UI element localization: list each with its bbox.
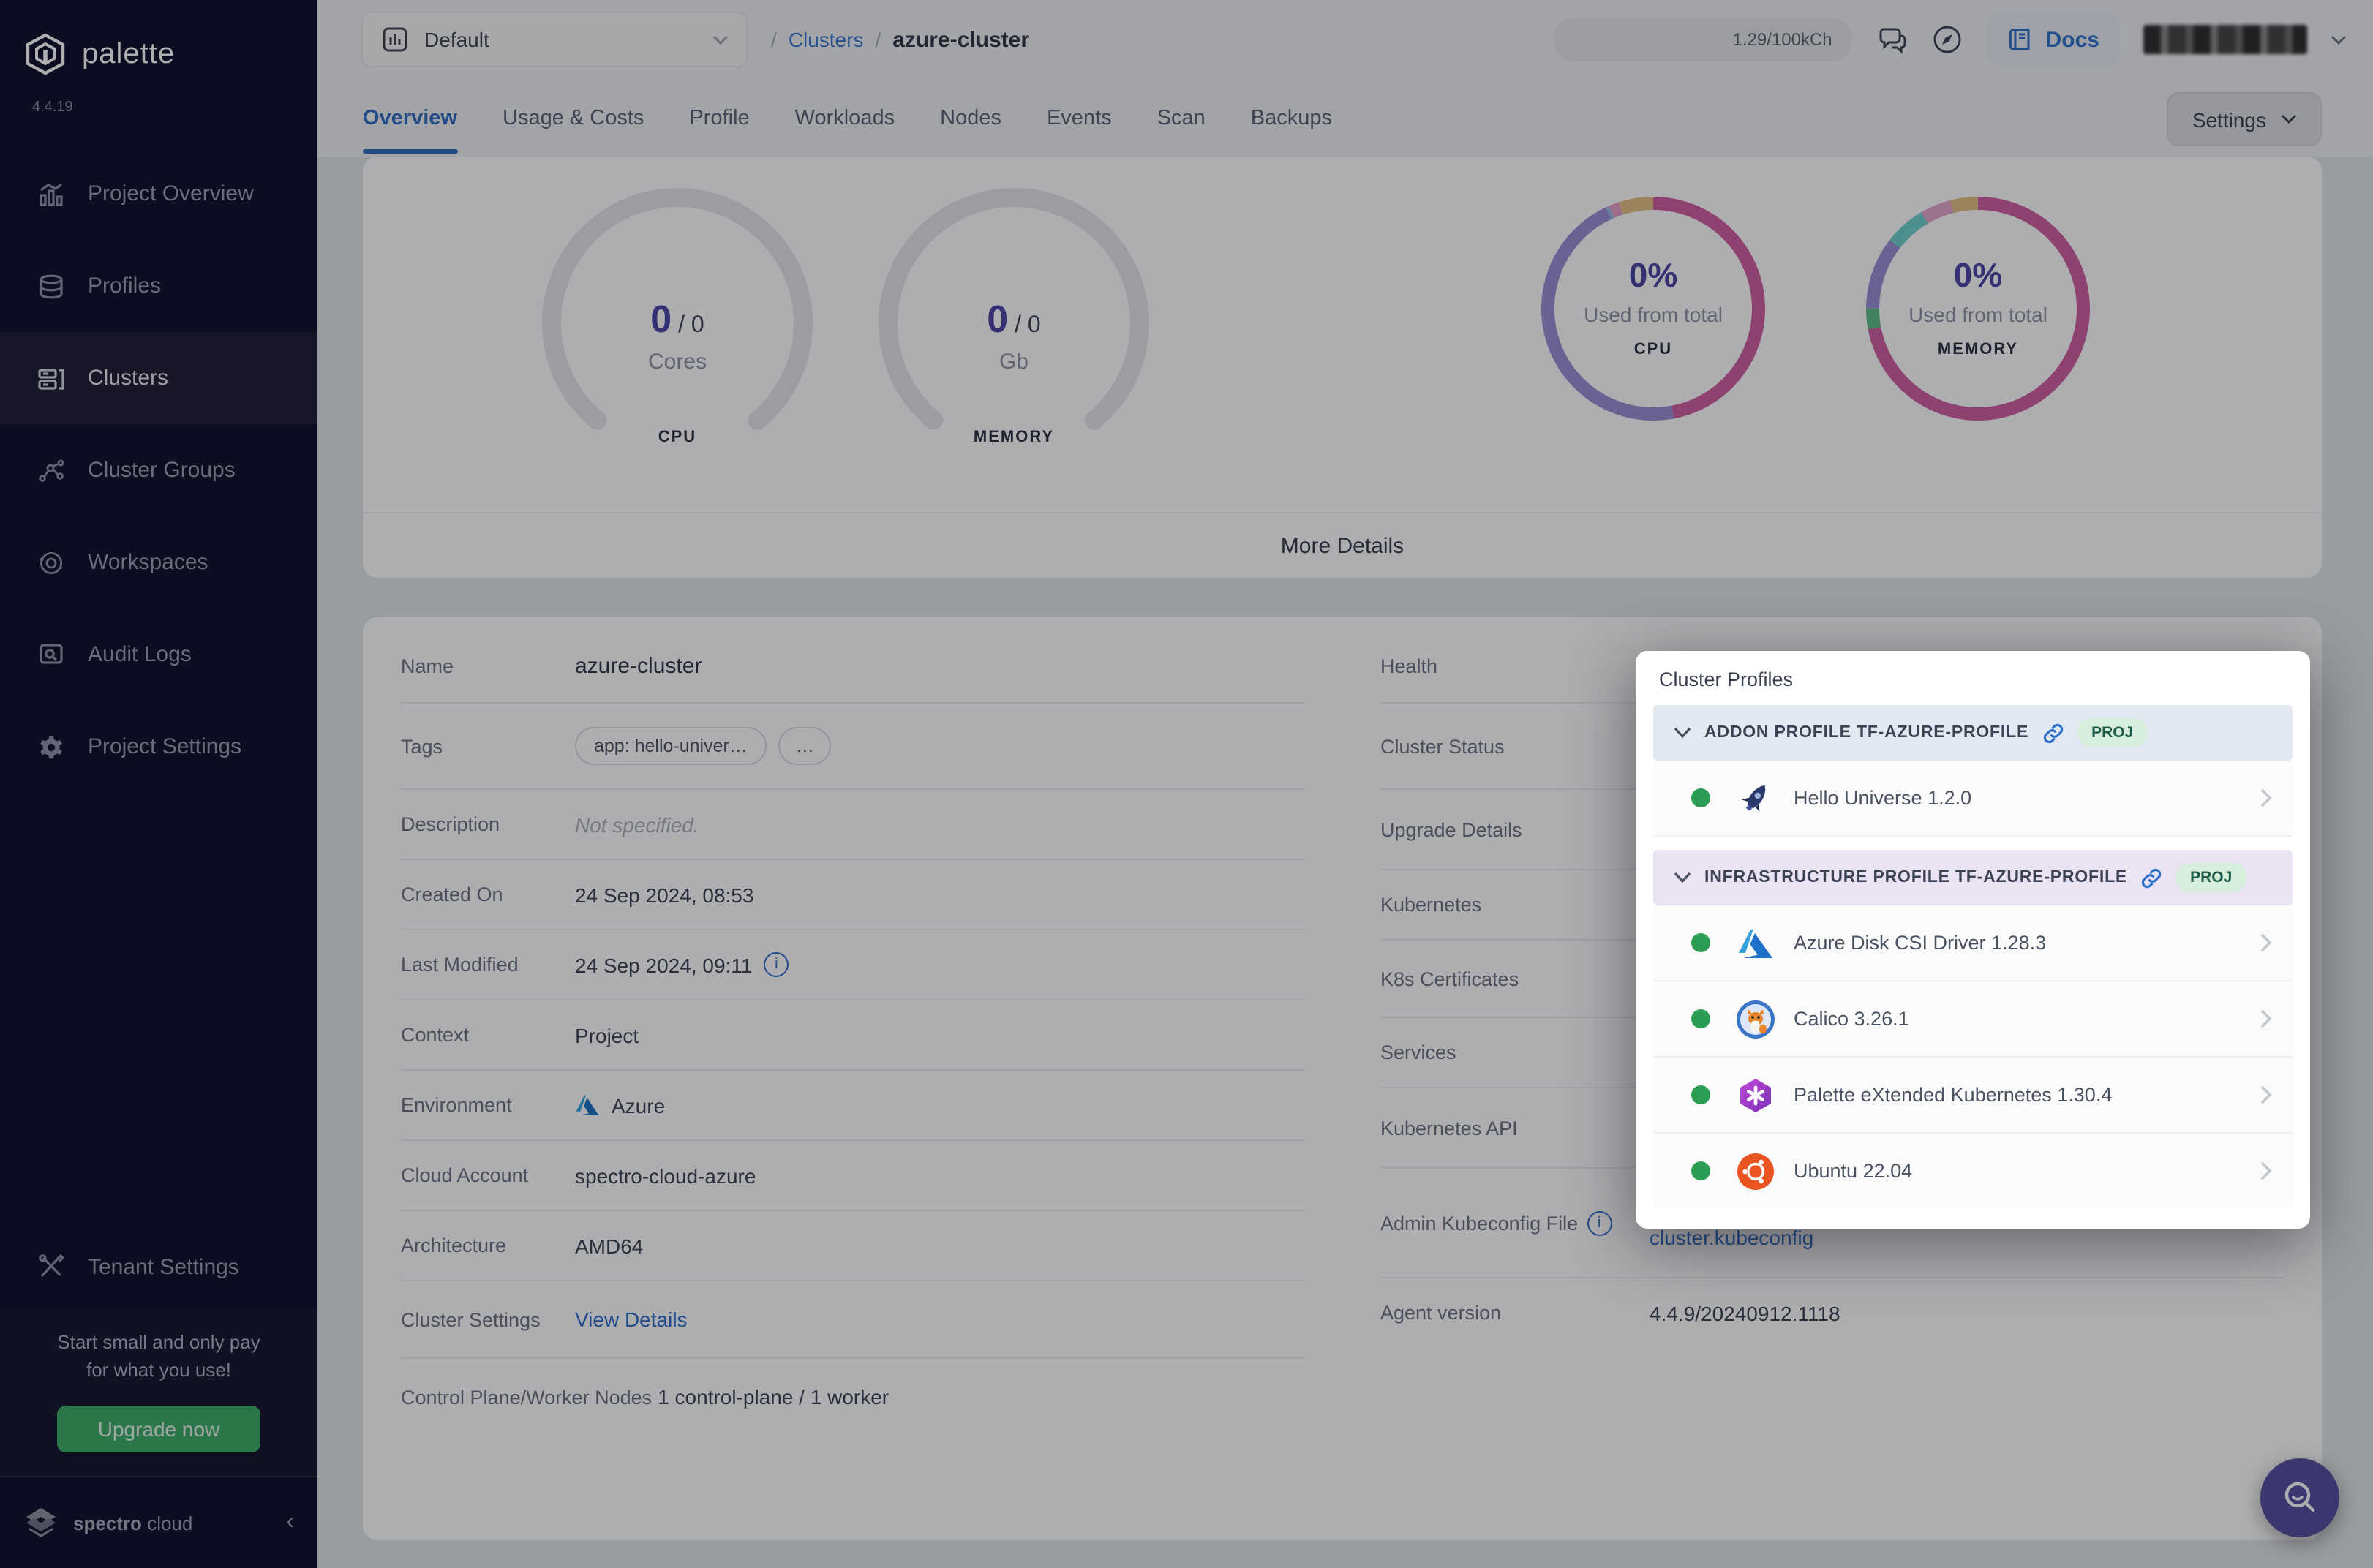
chevron-down-icon	[1674, 872, 1691, 883]
addon-profile-name: ADDON PROFILE TF-AZURE-PROFILE	[1704, 724, 2029, 742]
chevron-right-icon	[2260, 933, 2272, 952]
calico-logo	[1735, 998, 1776, 1039]
pack-name: Ubuntu 22.04	[1794, 1160, 1913, 1182]
azure-logo	[1735, 922, 1776, 963]
chevron-down-icon	[1674, 727, 1691, 739]
proj-scope-badge: PROJ	[2077, 718, 2148, 747]
proj-scope-badge: PROJ	[2175, 863, 2247, 892]
pack-name: Calico 3.26.1	[1794, 1008, 1909, 1030]
chevron-right-icon	[2260, 788, 2272, 807]
pxk-logo	[1735, 1074, 1776, 1115]
popup-title: Cluster Profiles	[1659, 668, 1794, 690]
profile-pack-row-hello-universe[interactable]: Hello Universe 1.2.0	[1653, 761, 2293, 837]
pack-status-dot	[1691, 1085, 1710, 1104]
pack-status-dot	[1691, 1161, 1710, 1180]
ubuntu-logo	[1735, 1150, 1776, 1191]
cluster-profiles-popup: Cluster Profiles ADDON PROFILE TF-AZURE-…	[1636, 651, 2310, 1229]
pack-name: Hello Universe 1.2.0	[1794, 787, 1972, 809]
hello-universe-logo	[1735, 777, 1776, 818]
pack-name: Azure Disk CSI Driver 1.28.3	[1794, 932, 2047, 954]
infrastructure-profile-section-header[interactable]: INFRASTRUCTURE PROFILE TF-AZURE-PROFILE …	[1653, 850, 2293, 905]
profile-pack-row-pxk[interactable]: Palette eXtended Kubernetes 1.30.4	[1653, 1058, 2293, 1134]
link-icon[interactable]	[2042, 722, 2064, 744]
addon-profile-section-header[interactable]: ADDON PROFILE TF-AZURE-PROFILE PROJ	[1653, 705, 2293, 761]
chevron-right-icon	[2260, 1009, 2272, 1028]
profile-pack-row-azure-disk[interactable]: Azure Disk CSI Driver 1.28.3	[1653, 905, 2293, 981]
profile-pack-row-ubuntu[interactable]: Ubuntu 22.04	[1653, 1134, 2293, 1208]
chevron-right-icon	[2260, 1085, 2272, 1104]
link-icon[interactable]	[2140, 867, 2162, 889]
pack-name: Palette eXtended Kubernetes 1.30.4	[1794, 1084, 2113, 1106]
palette-app: palette 4.4.19 Project Overview Profiles…	[0, 0, 2373, 1568]
infrastructure-profile-name: INFRASTRUCTURE PROFILE TF-AZURE-PROFILE	[1704, 869, 2128, 886]
profile-pack-row-calico[interactable]: Calico 3.26.1	[1653, 981, 2293, 1058]
pack-status-dot	[1691, 1009, 1710, 1028]
pack-status-dot	[1691, 933, 1710, 952]
pack-status-dot	[1691, 788, 1710, 807]
chevron-right-icon	[2260, 1161, 2272, 1180]
